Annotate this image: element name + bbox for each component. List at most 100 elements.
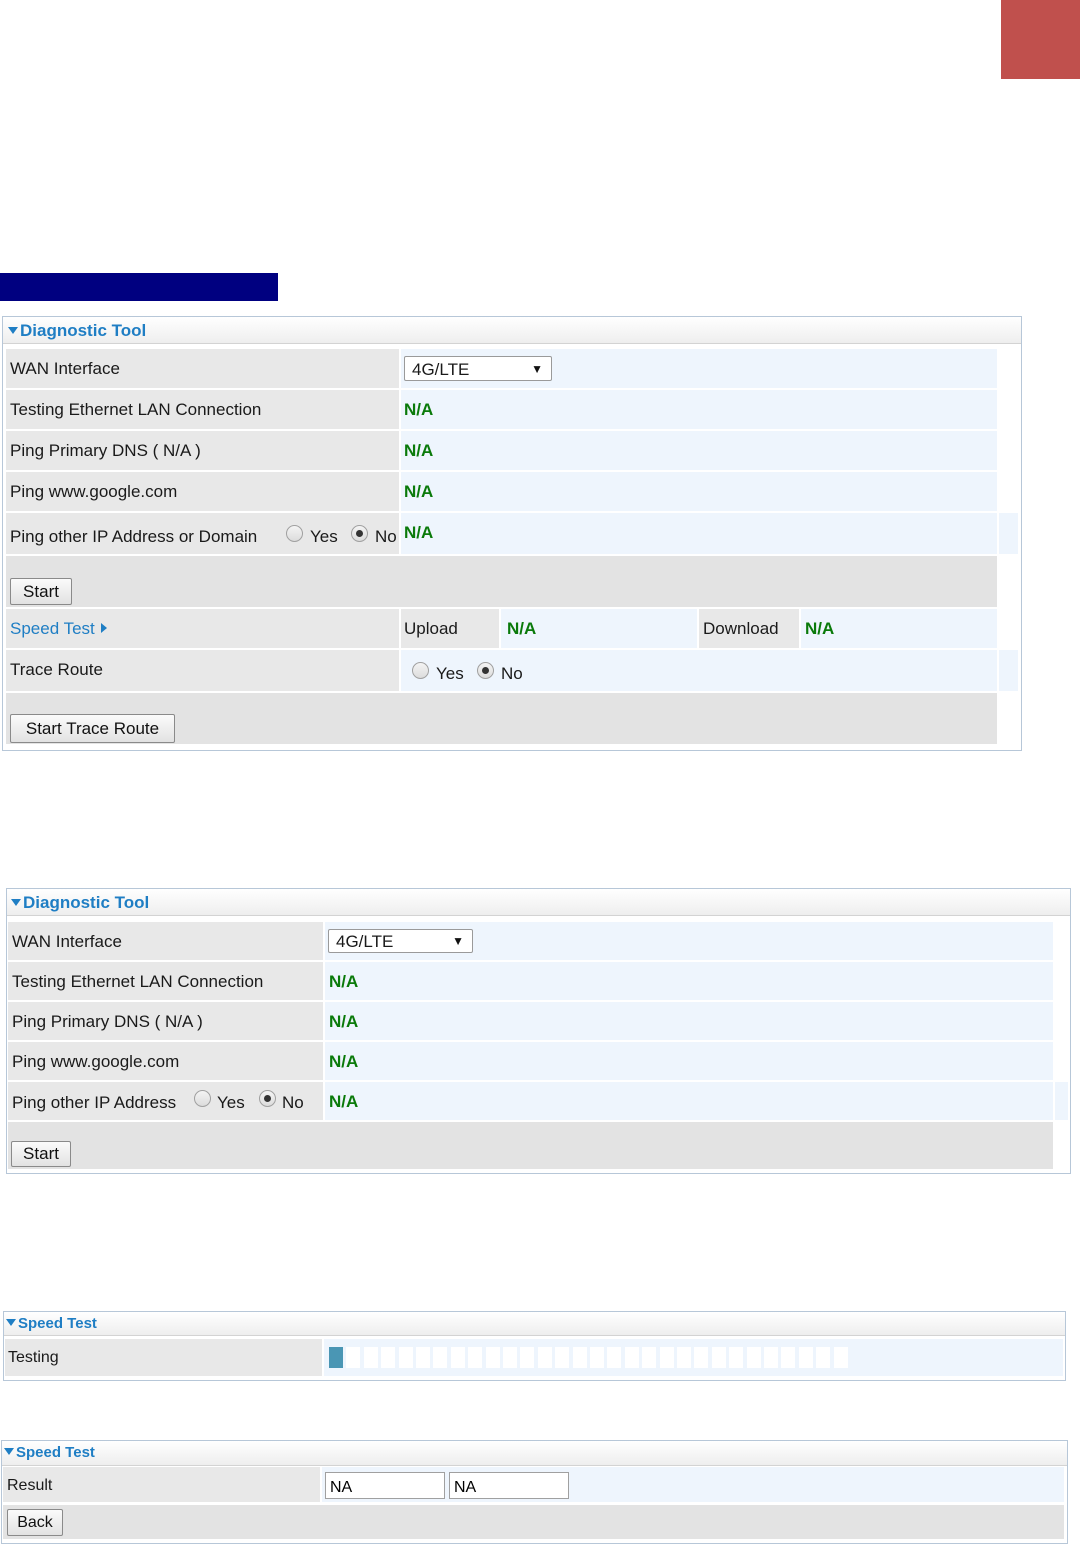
result-label: Result — [3, 1467, 320, 1502]
start-button[interactable]: Start — [10, 578, 72, 605]
ping-other-no-radio-2[interactable] — [259, 1090, 276, 1107]
back-button[interactable]: Back — [7, 1509, 63, 1536]
start-trace-route-button[interactable]: Start Trace Route — [10, 714, 175, 743]
progress-segment — [798, 1347, 813, 1368]
wan-interface-select[interactable]: 4G/LTE ▼ — [404, 356, 552, 381]
progress-segment — [729, 1347, 744, 1368]
eth-test-label-2: Testing Ethernet LAN Connection — [8, 962, 323, 1000]
ping-other-yes-label-2: Yes — [217, 1093, 245, 1112]
progress-segment — [537, 1347, 552, 1368]
progress-segment — [711, 1347, 726, 1368]
wan-interface-label: WAN Interface — [6, 349, 399, 388]
progress-segment — [642, 1347, 657, 1368]
progress-segment — [572, 1347, 587, 1368]
panel-title: Diagnostic Tool — [20, 321, 147, 340]
progress-segment — [433, 1347, 448, 1368]
ping-other-no-label-2: No — [282, 1093, 304, 1112]
progress-segment — [781, 1347, 796, 1368]
result-field-2[interactable] — [449, 1472, 569, 1499]
progress-segment — [659, 1347, 674, 1368]
progress-segment — [398, 1347, 413, 1368]
speed-test-label-cell: Speed Test — [6, 609, 399, 648]
ping-dns-label: Ping Primary DNS ( N/A ) — [6, 431, 399, 470]
ping-other-yes-label: Yes — [310, 527, 338, 546]
expand-arrow-icon[interactable] — [100, 622, 107, 633]
trace-yes-radio[interactable] — [412, 662, 429, 679]
wan-interface-value: 4G/LTE — [412, 360, 470, 379]
corner-tab — [1001, 0, 1080, 79]
ping-other-no-radio[interactable] — [351, 525, 368, 542]
progress-segment — [677, 1347, 691, 1368]
dropdown-arrow-icon: ▼ — [452, 934, 464, 948]
ping-google-label-2: Ping www.google.com — [8, 1042, 323, 1080]
collapse-triangle-icon[interactable] — [4, 1448, 14, 1456]
eth-test-value: N/A — [401, 390, 997, 429]
progress-segment — [764, 1347, 778, 1368]
panel-header: Speed Test — [4, 1312, 1065, 1336]
wan-interface-select-2[interactable]: 4G/LTE ▼ — [328, 929, 473, 953]
panel-title: Speed Test — [18, 1315, 97, 1332]
wan-interface-value-2: 4G/LTE — [336, 932, 394, 951]
eth-test-value-2: N/A — [325, 962, 1053, 1000]
result-field-1[interactable] — [325, 1472, 445, 1499]
testing-label: Testing — [5, 1339, 322, 1376]
ping-other-label-2: Ping other IP Address — [8, 1082, 323, 1120]
ping-other-value: N/A — [401, 513, 997, 554]
ping-other-no-label: No — [375, 527, 397, 546]
ping-other-value-2: N/A — [325, 1082, 1053, 1120]
progress-segment — [503, 1347, 517, 1368]
ping-dns-value-2: N/A — [325, 1002, 1053, 1040]
trace-no-label: No — [501, 664, 523, 683]
progress-segment — [450, 1347, 465, 1368]
ping-google-label: Ping www.google.com — [6, 472, 399, 511]
collapse-triangle-icon[interactable] — [8, 326, 18, 334]
ping-dns-label-2: Ping Primary DNS ( N/A ) — [8, 1002, 323, 1040]
ping-other-label: Ping other IP Address or Domain — [6, 513, 399, 554]
progress-segment — [468, 1347, 483, 1368]
trace-no-radio[interactable] — [477, 662, 494, 679]
panel-header: Speed Test — [2, 1441, 1067, 1466]
trace-route-extra-cell — [999, 650, 1018, 691]
progress-segment — [624, 1347, 639, 1368]
upload-value: N/A — [501, 609, 697, 648]
ping-dns-value: N/A — [401, 431, 997, 470]
panel-title: Diagnostic Tool — [23, 893, 150, 912]
progress-segment — [381, 1347, 396, 1368]
progress-segment — [416, 1347, 430, 1368]
progress-segment — [833, 1347, 848, 1368]
progress-segment — [694, 1347, 709, 1368]
trace-yes-label: Yes — [436, 664, 464, 683]
start-row-2 — [8, 1122, 1053, 1169]
start-button-2[interactable]: Start — [11, 1141, 71, 1167]
collapse-triangle-icon[interactable] — [11, 898, 21, 906]
download-value: N/A — [801, 609, 997, 648]
collapse-triangle-icon[interactable] — [6, 1319, 16, 1327]
progress-segment — [485, 1347, 500, 1368]
progress-segment — [607, 1347, 622, 1368]
download-label: Download — [699, 609, 799, 648]
speed-test-link[interactable]: Speed Test — [10, 619, 95, 638]
ping-other-extra-cell-2 — [1055, 1082, 1068, 1120]
ping-other-yes-radio[interactable] — [286, 525, 303, 542]
progress-segment — [746, 1347, 761, 1368]
upload-label: Upload — [401, 609, 499, 648]
section-bar — [0, 273, 278, 301]
ping-other-extra-cell — [999, 513, 1018, 554]
panel-title: Speed Test — [16, 1444, 95, 1461]
progress-segment — [520, 1347, 535, 1368]
progress-segment — [555, 1347, 570, 1368]
progress-segment — [816, 1347, 831, 1368]
progress-segment — [590, 1347, 604, 1368]
wan-interface-label-2: WAN Interface — [8, 922, 323, 960]
progress-segment — [346, 1347, 361, 1368]
panel-header: Diagnostic Tool — [3, 317, 1021, 344]
start-row — [6, 556, 997, 607]
ping-google-value: N/A — [401, 472, 997, 511]
ping-google-value-2: N/A — [325, 1042, 1053, 1080]
progress-segment — [329, 1347, 343, 1368]
trace-route-label: Trace Route — [6, 650, 399, 691]
panel-header: Diagnostic Tool — [7, 889, 1070, 916]
ping-other-yes-radio-2[interactable] — [194, 1090, 211, 1107]
progress-segment — [363, 1347, 378, 1368]
back-row — [3, 1505, 1064, 1539]
